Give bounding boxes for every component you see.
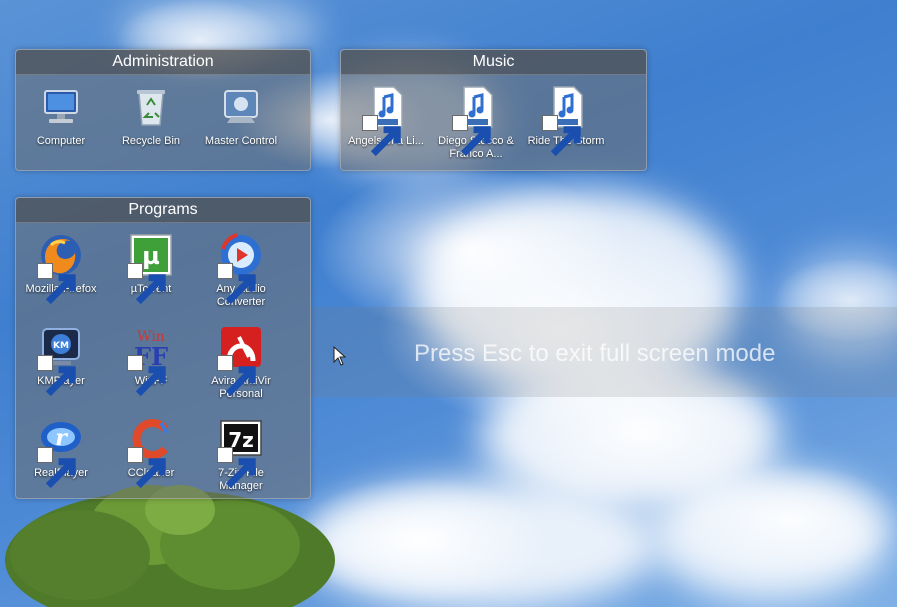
recycle-bin-icon [127,83,175,131]
fence-administration[interactable]: Administration Computer Recycle Bin Mast… [15,49,311,171]
utorrent-icon: µ [127,231,175,305]
shortcut-arrow-icon [37,263,76,305]
mp3-file-icon [542,83,590,157]
desktop-icon-7zip[interactable]: 7z 7-Zip File Manager [196,415,286,493]
mp3-file-icon [452,83,500,157]
shortcut-arrow-icon [217,355,256,397]
desktop-icon-kmplayer[interactable]: KM KMPlayer [16,323,106,397]
mouse-cursor-icon [333,346,347,366]
avira-icon [217,323,265,397]
ccleaner-icon [127,415,175,489]
audio-converter-icon [217,231,265,305]
shortcut-arrow-icon [217,447,256,489]
desktop-icon-any-audio-converter[interactable]: Any Audio Converter [196,231,286,309]
7zip-icon: 7z [217,415,265,489]
shortcut-arrow-icon [37,447,76,489]
desktop-icon-master-control[interactable]: Master Control [196,83,286,148]
shortcut-arrow-icon [127,263,166,305]
fence-title[interactable]: Administration [16,50,310,75]
fence-music[interactable]: Music Angels of a Li... Diego Stocco & F… [340,49,647,171]
fence-title[interactable]: Music [341,50,646,75]
desktop-icon-avira[interactable]: Avira AntiVir Personal [196,323,286,401]
icon-label: Master Control [204,135,278,147]
shortcut-arrow-icon [362,115,401,157]
kmplayer-icon: KM [37,323,85,397]
shortcut-arrow-icon [452,115,491,157]
fence-title[interactable]: Programs [16,198,310,223]
desktop-icon-music-3[interactable]: Ride The Storm [521,83,611,157]
shortcut-arrow-icon [217,263,256,305]
shortcut-arrow-icon [542,115,581,157]
shortcut-arrow-icon [127,447,166,489]
computer-icon [37,83,85,131]
desktop-icon-recycle-bin[interactable]: Recycle Bin [106,83,196,148]
desktop-icon-utorrent[interactable]: µ µTorrent [106,231,196,305]
desktop-icon-firefox[interactable]: Mozilla Firefox [16,231,106,305]
icon-label: Computer [36,135,86,147]
desktop-icon-music-1[interactable]: Angels of a Li... [341,83,431,157]
icon-label: Recycle Bin [121,135,181,147]
desktop-icon-music-2[interactable]: Diego Stocco & Franco A... [431,83,521,161]
desktop-icon-winff[interactable]: Win FF WinFF [106,323,196,397]
fence-programs[interactable]: Programs Mozilla Firefox µ µTorrent Any … [15,197,311,499]
mp3-file-icon [362,83,410,157]
firefox-icon [37,231,85,305]
shortcut-arrow-icon [127,355,166,397]
realplayer-icon: r [37,415,85,489]
winff-icon: Win FF [127,323,175,397]
desktop-icon-computer[interactable]: Computer [16,83,106,148]
desktop-icon-realplayer[interactable]: r RealPlayer [16,415,106,489]
shortcut-arrow-icon [37,355,76,397]
master-control-icon [217,83,265,131]
desktop-icon-ccleaner[interactable]: CCleaner [106,415,196,489]
fullscreen-exit-message: Press Esc to exit full screen mode [414,340,776,367]
svg-text:KM: KM [53,341,69,351]
